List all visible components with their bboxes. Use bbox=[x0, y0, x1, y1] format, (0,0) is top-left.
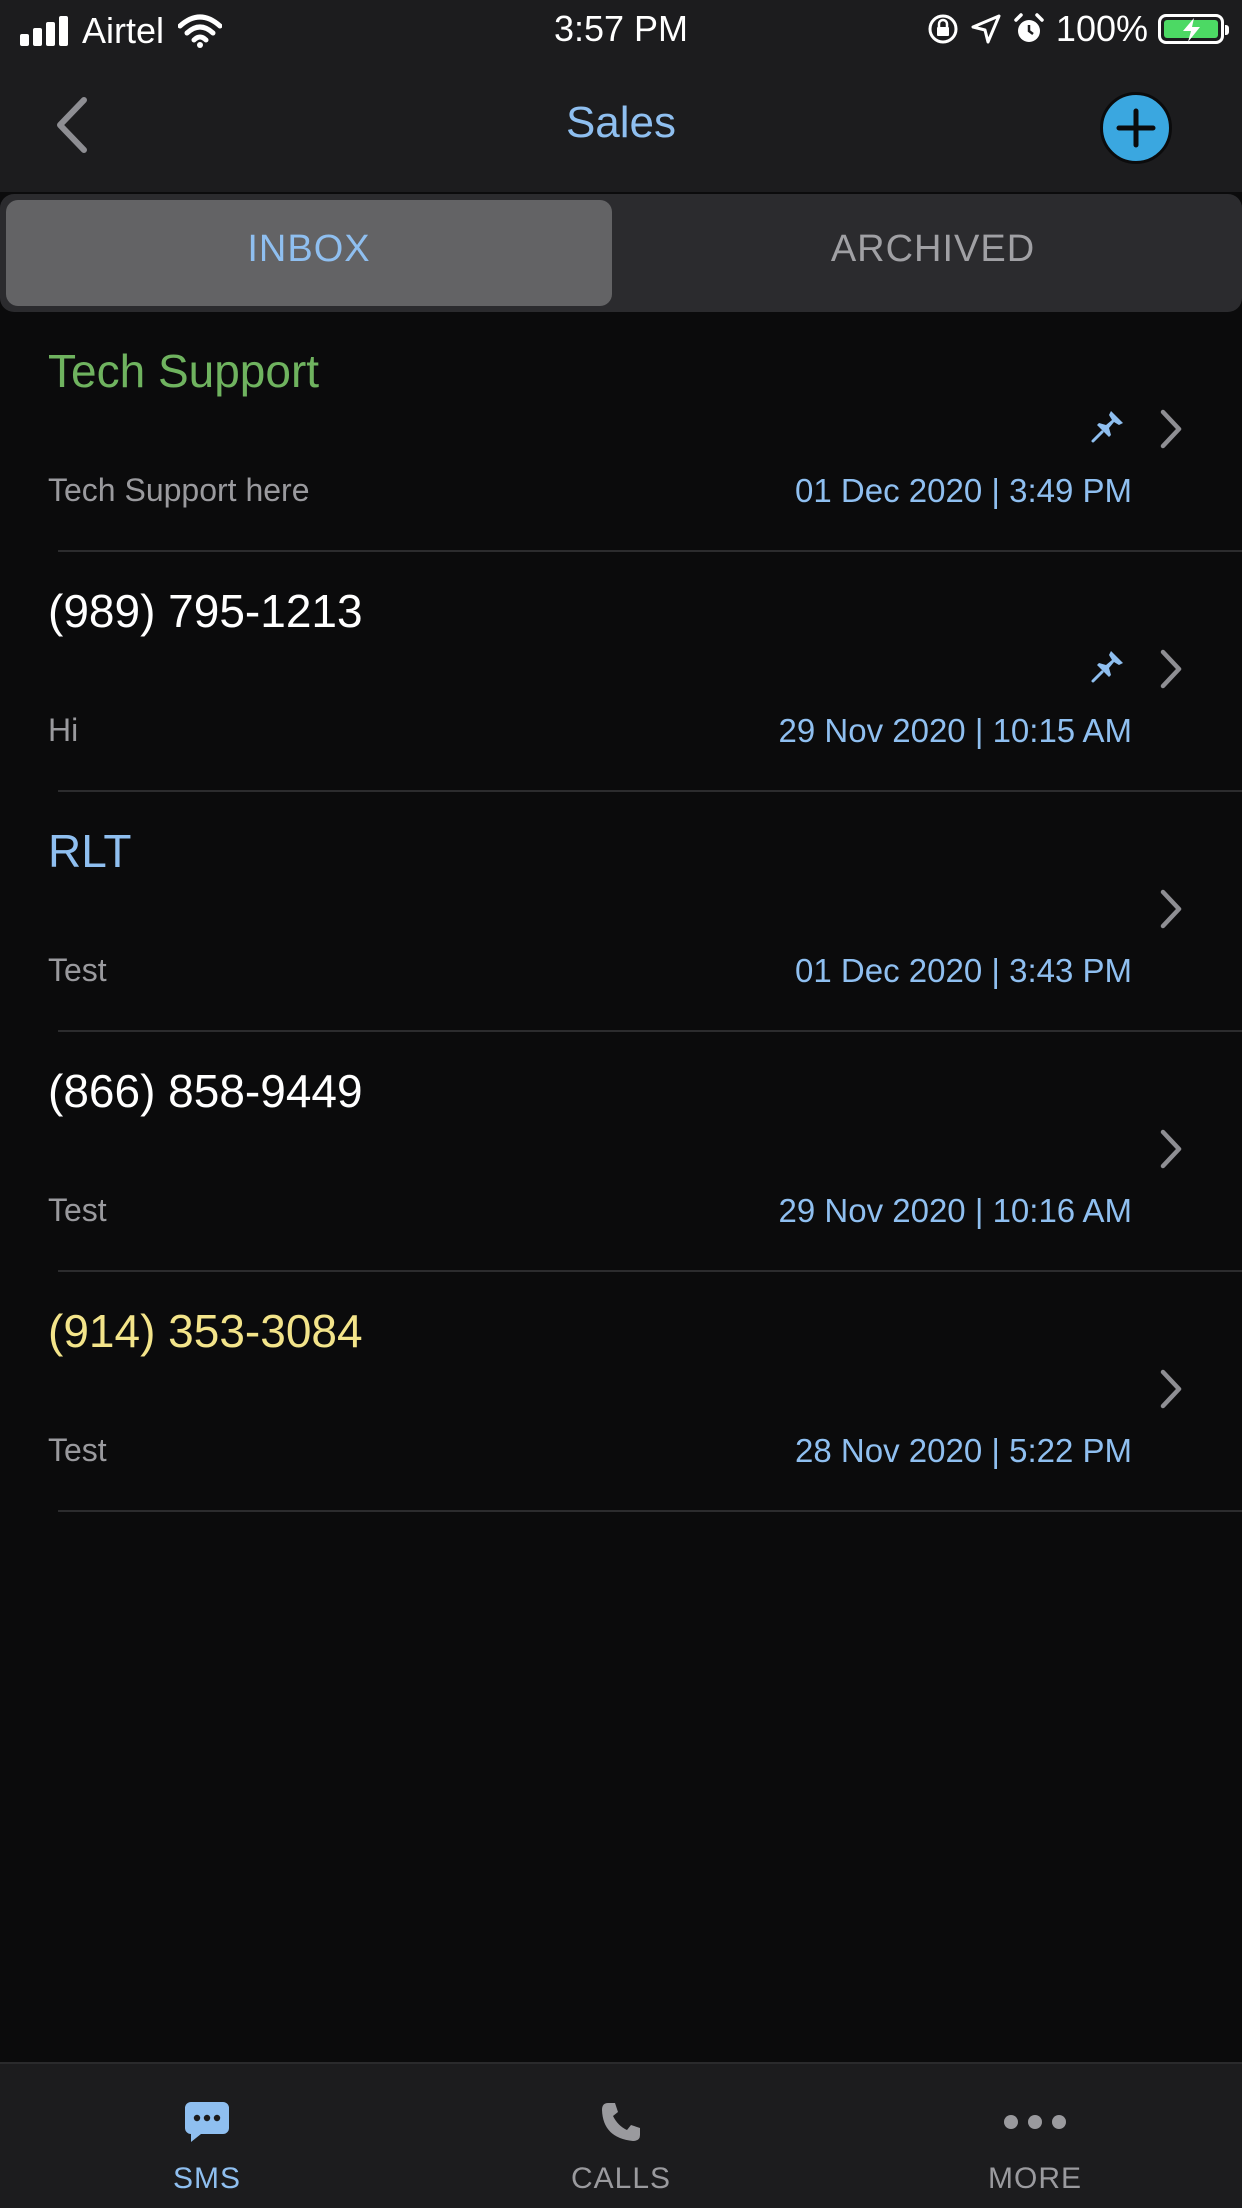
chevron-right-icon bbox=[1160, 1129, 1182, 1169]
alarm-icon bbox=[1014, 13, 1044, 42]
pin-icon bbox=[1091, 651, 1123, 683]
tab-archived[interactable]: ARCHIVED bbox=[624, 228, 1242, 271]
tab-calls[interactable]: CALLS bbox=[414, 2064, 828, 2208]
chevron-right-icon bbox=[1160, 889, 1182, 929]
sales-screen: Airtel 3:57 PM 100% Sales INBOX ARCHIVED… bbox=[0, 0, 1242, 2208]
inbox-archived-segment: INBOX ARCHIVED bbox=[0, 194, 1242, 312]
tab-inbox[interactable]: INBOX bbox=[6, 228, 612, 271]
conversation-preview: Test bbox=[48, 1192, 107, 1228]
conversation-list: Tech Support Tech Support here 01 Dec 20… bbox=[0, 312, 1242, 1512]
add-button[interactable] bbox=[1100, 92, 1172, 164]
conversation-row[interactable]: RLT Test 01 Dec 2020 | 3:43 PM bbox=[0, 792, 1242, 1032]
conversation-date: 01 Dec 2020 | 3:49 PM bbox=[795, 472, 1132, 509]
conversation-date: 01 Dec 2020 | 3:43 PM bbox=[795, 952, 1132, 989]
conversation-date: 29 Nov 2020 | 10:16 AM bbox=[778, 1192, 1132, 1229]
row-divider bbox=[58, 1510, 1242, 1512]
conversation-preview: Test bbox=[48, 1432, 107, 1468]
charging-bolt-icon bbox=[1183, 18, 1200, 42]
orientation-lock-icon bbox=[928, 14, 958, 44]
conversation-row[interactable]: Tech Support Tech Support here 01 Dec 20… bbox=[0, 312, 1242, 552]
chevron-right-icon bbox=[1160, 1369, 1182, 1409]
chevron-right-icon bbox=[1160, 409, 1182, 449]
conversation-row[interactable]: (914) 353-3084 Test 28 Nov 2020 | 5:22 P… bbox=[0, 1272, 1242, 1512]
location-icon bbox=[971, 14, 1001, 44]
conversation-preview: Tech Support here bbox=[48, 472, 310, 508]
tab-calls-label: CALLS bbox=[570, 2162, 672, 2195]
conversation-preview: Test bbox=[48, 952, 107, 988]
battery-percent: 100% bbox=[1055, 8, 1148, 49]
conversation-title: (866) 858-9449 bbox=[48, 1065, 363, 1117]
conversation-date: 28 Nov 2020 | 5:22 PM bbox=[795, 1432, 1132, 1469]
chat-bubble-icon bbox=[185, 2102, 229, 2142]
status-bar: Airtel 3:57 PM 100% bbox=[0, 0, 1242, 62]
conversation-row[interactable]: (989) 795-1213 Hi 29 Nov 2020 | 10:15 AM bbox=[0, 552, 1242, 792]
bottom-tab-bar: SMS CALLS MORE bbox=[0, 2062, 1242, 2208]
status-right: 100% bbox=[926, 8, 1229, 50]
conversation-title: (914) 353-3084 bbox=[48, 1305, 363, 1357]
conversation-row[interactable]: (866) 858-9449 Test 29 Nov 2020 | 10:16 … bbox=[0, 1032, 1242, 1272]
tab-sms[interactable]: SMS bbox=[0, 2064, 414, 2208]
tab-more[interactable]: MORE bbox=[828, 2064, 1242, 2208]
pin-icon bbox=[1091, 411, 1123, 443]
nav-bar: Sales bbox=[0, 62, 1242, 192]
plus-icon bbox=[1116, 108, 1156, 148]
conversation-title: (989) 795-1213 bbox=[48, 585, 363, 637]
conversation-preview: Hi bbox=[48, 712, 79, 748]
conversation-date: 29 Nov 2020 | 10:15 AM bbox=[778, 712, 1132, 749]
conversation-title: Tech Support bbox=[48, 345, 320, 397]
battery-icon bbox=[1158, 14, 1229, 44]
page-title: Sales bbox=[565, 98, 677, 147]
chevron-right-icon bbox=[1160, 649, 1182, 689]
tab-more-label: MORE bbox=[988, 2162, 1082, 2195]
more-dots-icon bbox=[1004, 2115, 1066, 2129]
conversation-title: RLT bbox=[48, 825, 132, 877]
tab-sms-label: SMS bbox=[172, 2162, 241, 2195]
phone-icon bbox=[602, 2103, 640, 2141]
